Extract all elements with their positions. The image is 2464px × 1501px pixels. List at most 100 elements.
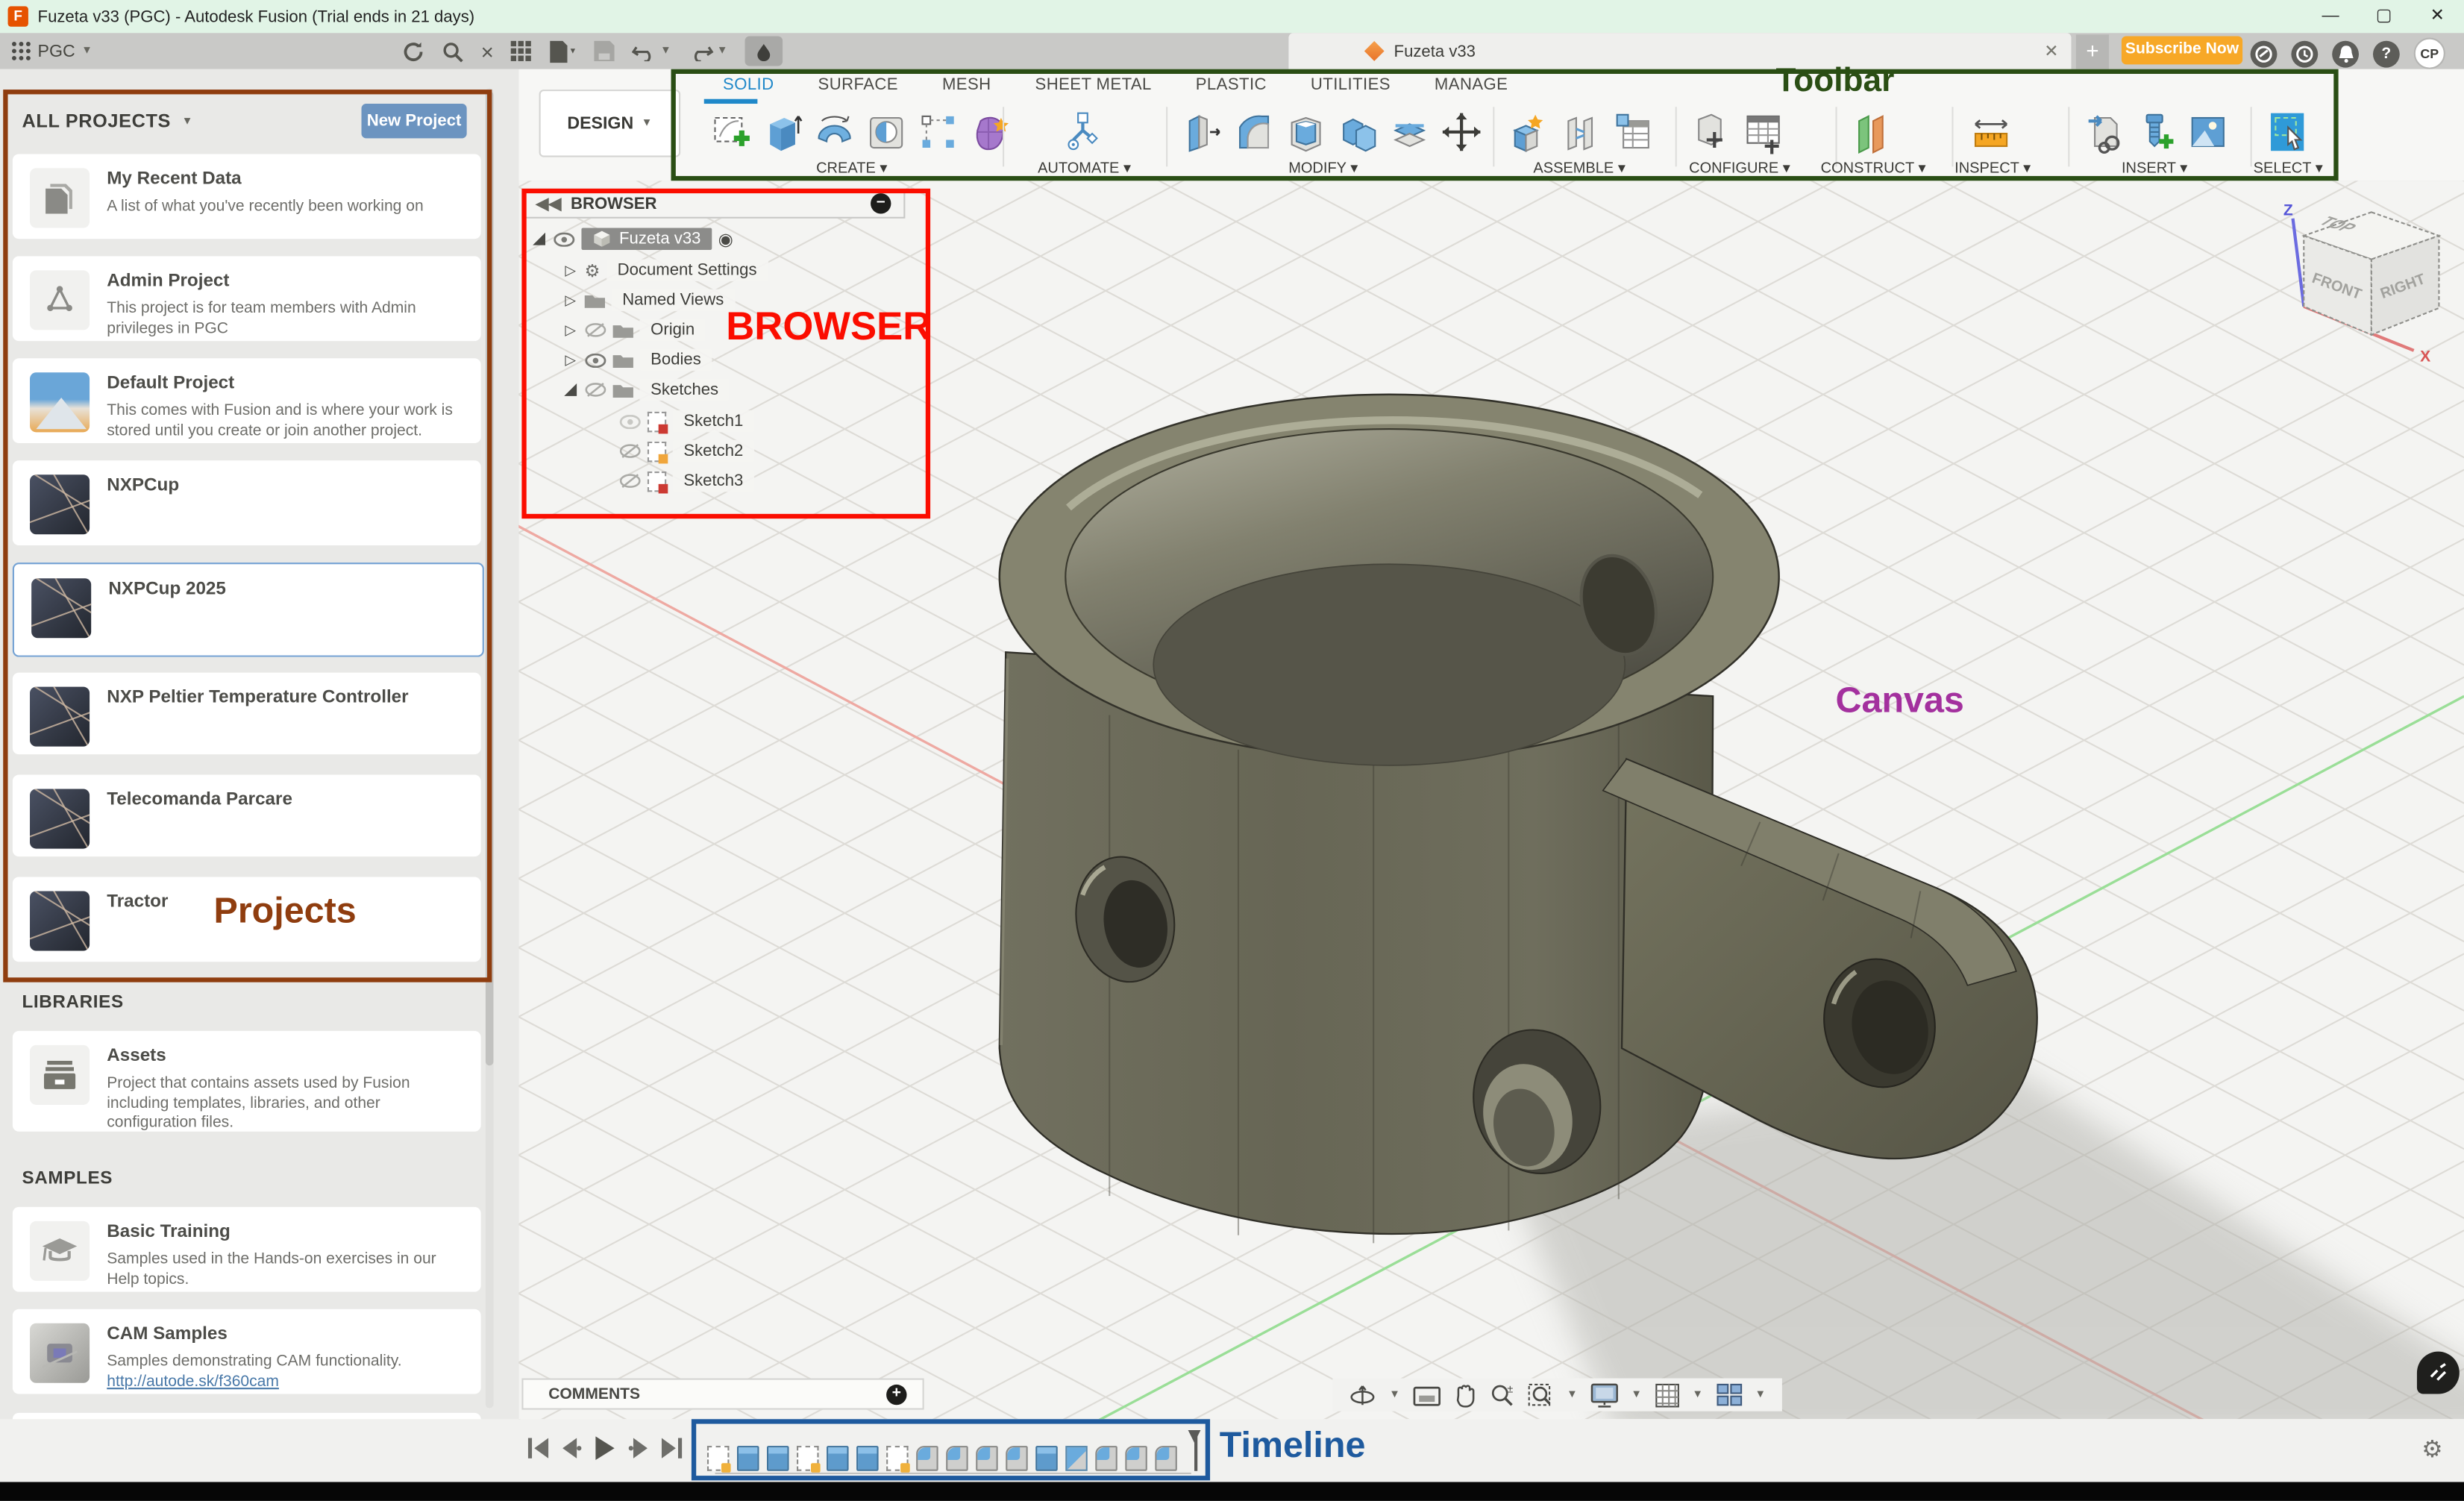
search-icon[interactable] bbox=[442, 33, 463, 69]
timeline-feature-fillet[interactable] bbox=[976, 1446, 997, 1471]
document-tab[interactable]: Fuzeta v33 ✕ bbox=[1288, 33, 2071, 69]
configuration-table-icon[interactable] bbox=[1740, 107, 1787, 157]
insert-derive-icon[interactable] bbox=[2081, 107, 2128, 157]
timeline-settings-gear-icon[interactable]: ⚙ bbox=[2421, 1435, 2442, 1463]
profile-avatar[interactable]: CP bbox=[2414, 38, 2445, 69]
visibility-off-icon[interactable] bbox=[619, 473, 641, 489]
timeline-feature-sketch[interactable] bbox=[797, 1446, 818, 1471]
visibility-eye-icon[interactable] bbox=[585, 353, 606, 367]
sync-status-icon[interactable] bbox=[2251, 40, 2278, 67]
tree-node-sketch[interactable]: Sketch3 bbox=[619, 467, 754, 495]
add-comment-icon[interactable]: + bbox=[886, 1384, 906, 1404]
create-group-dropdown[interactable]: CREATE ▾ bbox=[816, 160, 887, 178]
view-cube[interactable]: Z X TOP FRONT RIGHT bbox=[2279, 193, 2464, 366]
timeline-feature-extrude[interactable] bbox=[1035, 1446, 1057, 1471]
modeling-canvas[interactable]: ◀◀ BROWSER – Fuzeta v33 ◉ ▷ ⚙ Document S… bbox=[518, 181, 2464, 1419]
timeline-feature-extrude[interactable] bbox=[767, 1446, 789, 1471]
tab-solid[interactable]: SOLID bbox=[701, 72, 796, 98]
extrude-icon[interactable] bbox=[759, 107, 806, 157]
project-card[interactable]: Default Project This comes with Fusion a… bbox=[13, 358, 481, 443]
insert-canvas-icon[interactable] bbox=[2184, 107, 2231, 157]
pan-icon[interactable] bbox=[1453, 1382, 1477, 1408]
new-component-icon[interactable] bbox=[1505, 107, 1552, 157]
revolve-icon[interactable] bbox=[811, 107, 858, 157]
form-icon[interactable] bbox=[967, 107, 1014, 157]
project-card[interactable]: Admin Project This project is for team m… bbox=[13, 256, 481, 341]
subscribe-button[interactable]: Subscribe Now bbox=[2122, 36, 2242, 64]
configuration-icon[interactable] bbox=[1687, 107, 1734, 157]
chevron-down-icon[interactable]: ▼ bbox=[1755, 1389, 1767, 1400]
file-menu-icon[interactable] bbox=[549, 33, 577, 69]
job-status-button[interactable] bbox=[745, 36, 783, 66]
tab-surface[interactable]: SURFACE bbox=[796, 72, 920, 98]
job-clock-icon[interactable] bbox=[2291, 40, 2318, 67]
tab-utilities[interactable]: UTILITIES bbox=[1288, 72, 1412, 98]
panel-scrollbar-thumb[interactable] bbox=[486, 91, 494, 1065]
chevron-down-icon[interactable]: ▼ bbox=[1692, 1389, 1703, 1400]
zoom-icon[interactable]: ± bbox=[1490, 1382, 1515, 1408]
offset-face-icon[interactable] bbox=[1386, 107, 1433, 157]
assistant-chat-bubble[interactable] bbox=[2417, 1352, 2460, 1394]
joint-icon[interactable] bbox=[1558, 107, 1605, 157]
visibility-off-icon[interactable] bbox=[585, 382, 606, 398]
go-to-start-button[interactable] bbox=[528, 1438, 548, 1458]
activate-radio-icon[interactable]: ◉ bbox=[718, 229, 733, 249]
grid-view-icon[interactable] bbox=[511, 33, 531, 69]
assets-card[interactable]: Assets Project that contains assets used… bbox=[13, 1031, 481, 1132]
browser-header[interactable]: ◀◀ BROWSER – bbox=[521, 189, 905, 219]
viewports-icon[interactable] bbox=[1716, 1383, 1743, 1407]
tree-node-sketch[interactable]: Sketch1 bbox=[619, 407, 754, 436]
undo-button[interactable]: ▼ bbox=[632, 33, 671, 69]
bom-table-icon[interactable] bbox=[1609, 107, 1656, 157]
workspace-selector[interactable]: DESIGN▼ bbox=[539, 90, 681, 157]
team-switcher[interactable]: PGC▼ bbox=[38, 42, 93, 60]
tab-manage[interactable]: MANAGE bbox=[1412, 72, 1529, 98]
collapse-triangle-icon[interactable]: ▷ bbox=[562, 262, 578, 279]
timeline-feature-sketch[interactable] bbox=[886, 1446, 908, 1471]
tree-node-root[interactable]: Fuzeta v33 ◉ bbox=[531, 225, 733, 253]
root-node-label[interactable]: Fuzeta v33 bbox=[581, 228, 712, 249]
new-project-button[interactable]: New Project bbox=[362, 104, 467, 138]
timeline-feature-fillet[interactable] bbox=[1125, 1446, 1147, 1471]
create-sketch-icon[interactable] bbox=[707, 107, 754, 157]
sample-card[interactable]: Basic Training Samples used in the Hands… bbox=[13, 1207, 481, 1292]
clear-search-icon[interactable]: × bbox=[481, 33, 494, 69]
timeline-feature-extrude[interactable] bbox=[827, 1446, 848, 1471]
timeline-slider-track[interactable] bbox=[715, 1473, 1191, 1474]
zoom-window-icon[interactable] bbox=[1527, 1382, 1554, 1408]
insert-fastener-icon[interactable] bbox=[2133, 107, 2180, 157]
automate-icon[interactable] bbox=[1059, 107, 1106, 157]
tree-node[interactable]: ▷ Bodies bbox=[562, 345, 712, 374]
browser-minimize-icon[interactable]: – bbox=[871, 193, 891, 213]
timeline-position-marker[interactable] bbox=[1188, 1430, 1203, 1471]
hole-icon[interactable] bbox=[863, 107, 910, 157]
tree-node[interactable]: Sketches bbox=[562, 375, 730, 404]
timeline-feature-sketch[interactable] bbox=[707, 1446, 729, 1471]
go-to-end-button[interactable] bbox=[662, 1438, 682, 1458]
expand-triangle-icon[interactable] bbox=[562, 382, 578, 398]
tree-node[interactable]: ▷ ⚙ Document Settings bbox=[562, 256, 768, 284]
collapse-panel-icon[interactable]: ◀◀ bbox=[536, 194, 561, 213]
chevron-down-icon[interactable]: ▼ bbox=[1389, 1389, 1400, 1400]
select-group-dropdown[interactable]: SELECT ▾ bbox=[2254, 160, 2323, 178]
sample-card[interactable]: CAM Samples Samples demonstrating CAM fu… bbox=[13, 1309, 481, 1394]
play-button[interactable] bbox=[594, 1436, 615, 1460]
timeline-feature-fillet[interactable] bbox=[946, 1446, 968, 1471]
combine-icon[interactable] bbox=[1335, 107, 1382, 157]
refresh-icon[interactable] bbox=[402, 33, 424, 69]
chevron-down-icon[interactable]: ▼ bbox=[1567, 1389, 1578, 1400]
step-forward-button[interactable] bbox=[629, 1438, 649, 1458]
project-card[interactable]: NXP Peltier Temperature Controller bbox=[13, 673, 481, 755]
timeline-feature-fillet[interactable] bbox=[1006, 1446, 1027, 1471]
collapse-triangle-icon[interactable]: ▷ bbox=[562, 292, 578, 309]
assemble-group-dropdown[interactable]: ASSEMBLE ▾ bbox=[1533, 160, 1626, 178]
visibility-eye-icon[interactable] bbox=[554, 232, 575, 246]
minimize-button[interactable]: — bbox=[2304, 0, 2357, 33]
timeline-feature-extrude[interactable] bbox=[856, 1446, 878, 1471]
tree-node[interactable]: ▷ Origin bbox=[562, 316, 706, 344]
tab-sheet-metal[interactable]: SHEET METAL bbox=[1013, 72, 1173, 98]
visibility-off-icon[interactable] bbox=[585, 322, 606, 338]
press-pull-icon[interactable] bbox=[1179, 107, 1226, 157]
inspect-group-dropdown[interactable]: INSPECT ▾ bbox=[1954, 160, 2031, 178]
insert-group-dropdown[interactable]: INSERT ▾ bbox=[2122, 160, 2187, 178]
